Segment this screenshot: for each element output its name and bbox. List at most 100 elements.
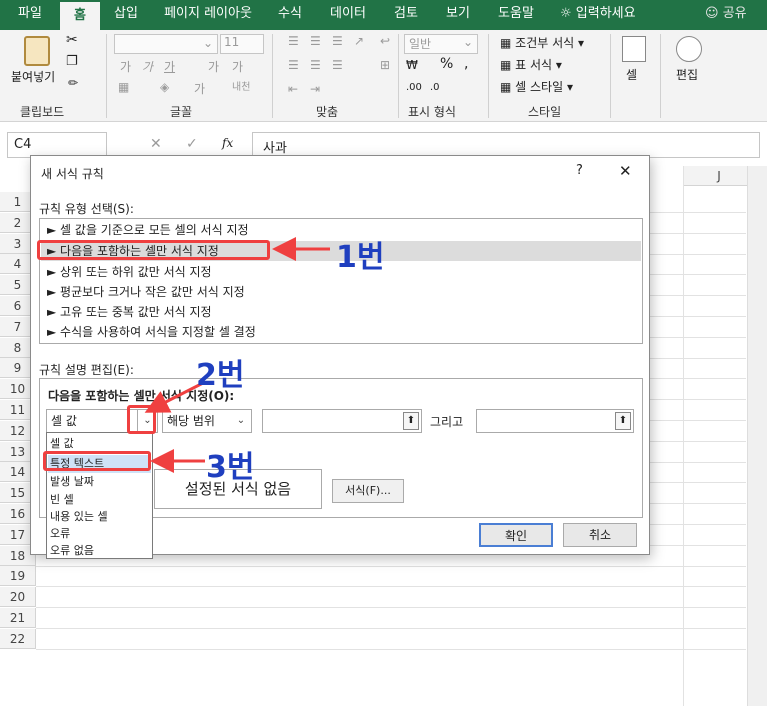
rule-type-item[interactable]: ► 상위 또는 하위 값만 서식 지정 [47, 262, 212, 282]
font-size-select[interactable]: 11 [220, 34, 264, 54]
phonetic-button[interactable]: 내천 [232, 78, 250, 93]
close-icon[interactable]: ✕ [619, 162, 632, 180]
tab-data[interactable]: 데이터 [320, 0, 376, 30]
tab-help[interactable]: 도움말 [488, 0, 544, 30]
align-middle-icon[interactable]: ☰ [310, 34, 321, 48]
cancel-icon[interactable]: ✕ [150, 136, 162, 152]
paste-button[interactable]: 붙여넣기 [11, 68, 55, 85]
annotation-label-1: 1번 [336, 240, 385, 275]
wrap-text-icon[interactable]: ↩ [380, 34, 390, 48]
fill-color-icon[interactable]: ◈ [160, 80, 169, 94]
align-right-icon[interactable]: ☰ [332, 58, 343, 72]
comma-button[interactable]: , [464, 56, 468, 72]
gridline [36, 565, 746, 567]
operator-select[interactable]: 해당 범위 ⌄ [162, 409, 252, 433]
shrink-font-button[interactable]: 가 [232, 58, 243, 75]
dropdown-option[interactable]: 발생 날짜 [50, 473, 94, 491]
rule-type-item[interactable]: ► 셀 값을 기준으로 모든 셀의 서식 지정 [47, 220, 249, 240]
chevron-down-icon: ⌄ [202, 36, 213, 50]
decrease-indent-icon[interactable]: ⇤ [288, 82, 298, 96]
bold-button[interactable]: 가 [120, 58, 131, 75]
group-clipboard: 클립보드 [20, 105, 65, 119]
function-icon[interactable]: fx [222, 136, 233, 150]
dropdown-option[interactable]: 오류 없음 [50, 542, 94, 560]
column-header-j[interactable]: J [683, 166, 755, 186]
tab-home[interactable]: 홈 [60, 0, 100, 30]
help-button[interactable]: ? [576, 163, 583, 178]
magnifier-icon [676, 36, 702, 62]
gridline [36, 607, 746, 609]
and-label: 그리고 [430, 415, 464, 429]
group-font: 글꼴 [170, 105, 193, 119]
dialog-title: 새 서식 규칙 [41, 167, 104, 181]
cut-icon[interactable]: ✂ [66, 32, 78, 48]
tab-insert[interactable]: 삽입 [104, 0, 148, 30]
share-button[interactable]: ☺ 공유 [705, 0, 747, 30]
increase-decimal-button[interactable]: .00 [406, 82, 422, 93]
font-name-select[interactable]: ⌄ [114, 34, 218, 54]
borders-icon[interactable]: ▦ [118, 80, 129, 94]
vertical-scrollbar[interactable] [747, 166, 767, 706]
row-header[interactable]: 20 [0, 587, 36, 608]
merge-center-icon[interactable]: ⊞ [380, 58, 390, 72]
format-button[interactable]: 서식(F)... [332, 479, 404, 503]
person-icon: ☺ [705, 6, 723, 21]
rule-type-item[interactable]: ► 수식을 사용하여 서식을 지정할 셀 결정 [47, 322, 256, 342]
editing-button[interactable]: 편집 [676, 66, 698, 83]
format-painter-icon[interactable]: ✏ [68, 76, 78, 90]
lightbulb-icon: ☼ [560, 6, 576, 21]
currency-icon[interactable]: ₩ [406, 58, 418, 72]
chevron-down-icon: ⌄ [462, 35, 473, 49]
separator [610, 34, 611, 118]
font-color-button[interactable]: 가 [194, 80, 205, 97]
decrease-decimal-button[interactable]: .0 [430, 82, 440, 93]
align-top-icon[interactable]: ☰ [288, 34, 299, 48]
annotation-box-1 [37, 240, 270, 260]
underline-button[interactable]: 가 [164, 58, 175, 75]
ok-button[interactable]: 확인 [479, 523, 553, 547]
cancel-button[interactable]: 취소 [563, 523, 637, 547]
align-left-icon[interactable]: ☰ [288, 58, 299, 72]
format-as-table-button[interactable]: ▦ 표 서식 ▾ [500, 56, 562, 73]
row-header[interactable]: 19 [0, 566, 36, 587]
grow-font-button[interactable]: 가 [208, 58, 219, 75]
gridline [683, 166, 684, 706]
gridline [36, 586, 746, 588]
collapse-dialog-icon[interactable]: ⬆ [615, 412, 631, 430]
gridline [36, 648, 746, 650]
percent-button[interactable]: % [440, 56, 453, 72]
row-header[interactable]: 21 [0, 608, 36, 628]
collapse-dialog-icon[interactable]: ⬆ [403, 412, 419, 430]
row-header[interactable]: 22 [0, 628, 36, 649]
annotation-box-2 [127, 405, 156, 434]
table-icon: ▦ [500, 58, 516, 72]
cells-button[interactable]: 셀 [626, 66, 637, 83]
copy-icon[interactable]: ❐ [66, 54, 78, 69]
tab-file[interactable]: 파일 [8, 0, 52, 30]
cells-icon [622, 36, 646, 62]
rule-type-item[interactable]: ► 평균보다 크거나 작은 값만 서식 지정 [47, 282, 245, 302]
orientation-icon[interactable]: ↗ [354, 34, 364, 48]
rule-type-item[interactable]: ► 고유 또는 중복 값만 서식 지정 [47, 302, 212, 322]
tab-formulas[interactable]: 수식 [268, 0, 312, 30]
tab-review[interactable]: 검토 [384, 0, 428, 30]
dropdown-option[interactable]: 빈 셀 [50, 491, 74, 509]
dropdown-option[interactable]: 내용 있는 셀 [50, 508, 108, 526]
italic-button[interactable]: 가 [142, 58, 153, 75]
cell-styles-button[interactable]: ▦ 셀 스타일 ▾ [500, 78, 573, 95]
increase-indent-icon[interactable]: ⇥ [310, 82, 320, 96]
value1-input[interactable]: ⬆ [262, 409, 422, 433]
align-bottom-icon[interactable]: ☰ [332, 34, 343, 48]
separator [660, 34, 661, 118]
number-format-select[interactable]: 일반 ⌄ [404, 34, 478, 54]
ribbon-tab-bar: 파일 홈 삽입 페이지 레이아웃 수식 데이터 검토 보기 도움말 ☼ 입력하세… [0, 0, 767, 30]
clipboard-icon [24, 36, 50, 66]
check-icon[interactable]: ✓ [186, 136, 198, 152]
dropdown-option[interactable]: 오류 [50, 525, 70, 543]
align-center-icon[interactable]: ☰ [310, 58, 321, 72]
tab-page-layout[interactable]: 페이지 레이아웃 [156, 0, 260, 30]
value2-input[interactable]: ⬆ [476, 409, 634, 433]
conditional-format-button[interactable]: ▦ 조건부 서식 ▾ [500, 34, 584, 51]
tab-view[interactable]: 보기 [436, 0, 480, 30]
tell-me-search[interactable]: ☼ 입력하세요 [560, 0, 636, 30]
